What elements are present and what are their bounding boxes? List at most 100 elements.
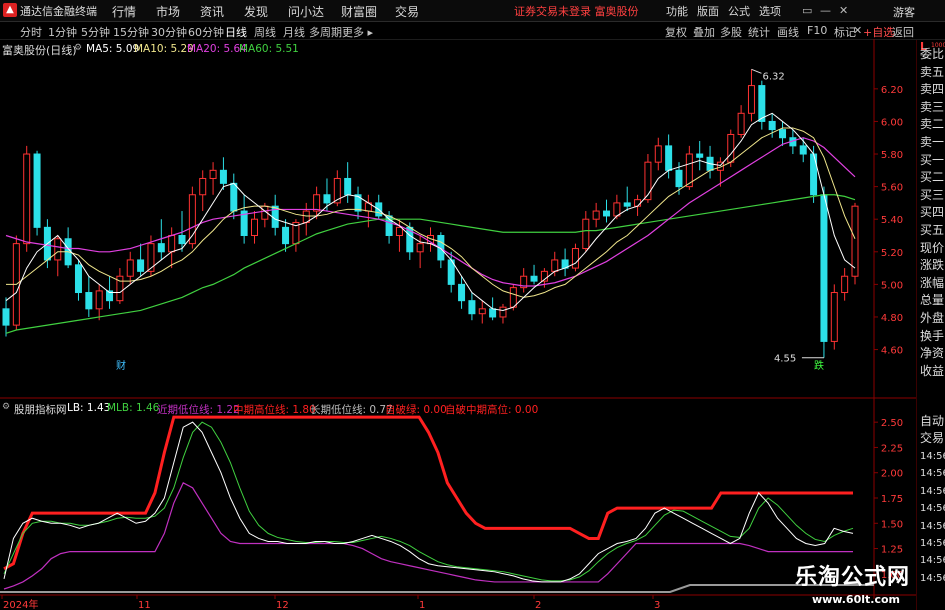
trade-notice[interactable]: 证券交易未登录 富奥股份: [514, 3, 639, 19]
x-tick-label: 11: [138, 600, 151, 609]
candle-body: [489, 308, 497, 318]
quote-field-10: 买五: [920, 223, 945, 237]
candle-body: [613, 202, 621, 217]
candle-body: [313, 194, 321, 212]
ma60-label: MA60: 5.51: [239, 43, 299, 55]
watermark: 乐淘公式网: [794, 565, 910, 590]
candle-body: [779, 129, 787, 139]
menu-item-0[interactable]: 行情: [112, 3, 136, 20]
quote-field-7: 买二: [920, 170, 945, 185]
quote-field-16: 换手: [920, 328, 945, 343]
ma10-label: MA10: 5.29: [134, 43, 194, 55]
candle-body: [230, 182, 238, 212]
toolbar-button-8[interactable]: 返回: [892, 24, 914, 40]
candle-body: [810, 153, 818, 196]
candle-body: [830, 292, 838, 342]
candle-body: [634, 199, 642, 207]
settings-gear-icon[interactable]: ⚙: [74, 43, 82, 53]
close-window-button[interactable]: ✕: [839, 4, 848, 17]
timeframe-tab-1[interactable]: 1分钟: [48, 24, 77, 40]
sub-settings-gear-icon[interactable]: ⚙: [2, 402, 10, 412]
sub-tick-label: 1.50: [881, 519, 903, 530]
toolbar-button-0[interactable]: 复权: [665, 24, 687, 40]
auto-break-label: 自破绿: 0.00: [385, 404, 447, 416]
menu-item-1[interactable]: 市场: [156, 3, 180, 20]
candle-body: [623, 202, 631, 207]
menu-item-3[interactable]: 发现: [244, 3, 268, 20]
quote-field-2: 卖四: [920, 82, 945, 97]
close-chart-icon[interactable]: ✕: [853, 24, 862, 37]
candle-body: [758, 85, 766, 122]
price-tick-label: 5.20: [881, 248, 903, 259]
kline-chart[interactable]: 6.20 6.00 5.80 5.60 5.40 5.20 5.00 4.80 4.60 6.32…: [0, 39, 916, 609]
right-menu-item-1[interactable]: 版面: [697, 3, 719, 19]
restore-button[interactable]: ▭: [802, 4, 812, 17]
candle-body: [74, 264, 82, 294]
toolbar-button-7[interactable]: +自选: [863, 24, 894, 40]
app-logo-icon: ▲: [3, 3, 17, 17]
timeframe-tab-6[interactable]: 日线: [225, 24, 247, 40]
toolbar-button-2[interactable]: 多股: [720, 24, 742, 40]
price-tick-label: 4.80: [881, 313, 903, 324]
toolbar-button-3[interactable]: 统计: [748, 24, 770, 40]
x-tick-label: 1: [419, 600, 425, 609]
timeframe-tab-5[interactable]: 60分钟: [188, 24, 224, 40]
tick-time-6: 14:56: [920, 555, 945, 567]
quote-field-18: 收益: [920, 363, 945, 378]
mlb-label: MLB: 1.46: [107, 402, 160, 414]
high-label: 6.32: [762, 71, 784, 82]
candle-body: [509, 287, 517, 308]
app-title: 通达信金融终端: [20, 5, 97, 18]
lb-line: [3, 421, 854, 583]
candle-body: [2, 308, 10, 326]
right-menu-item-3[interactable]: 选项: [759, 3, 781, 19]
timeframe-tab-0[interactable]: 分时: [20, 24, 42, 40]
sub-tick-label: 2.50: [881, 418, 903, 429]
near-low-line: [3, 482, 853, 590]
candle-body: [344, 177, 352, 196]
toolbar-button-5[interactable]: F10: [807, 24, 827, 37]
candle-body: [530, 275, 538, 282]
quote-side-panel: L 1000 委比 卖五 卖四 卖三 卖二 卖一 买一 买二 买三 买四 买五 现价 涨跌 涨幅 总量 外盘换…: [916, 40, 945, 610]
candle-body: [799, 145, 807, 155]
candle-body: [851, 205, 859, 277]
timeframe-tab-3[interactable]: 15分钟: [113, 24, 149, 40]
sub-tick-label: 1.75: [881, 494, 903, 505]
quote-field-3: 卖三: [920, 99, 945, 114]
quote-field-4: 卖二: [920, 117, 945, 132]
cai-marker: 财: [116, 359, 126, 372]
candle-body: [696, 153, 704, 158]
tick-time-3: 14:56: [920, 503, 945, 515]
watermark-url: www.60lt.com: [811, 593, 900, 606]
auto-trade-item-1[interactable]: 交易: [920, 430, 944, 446]
timeframe-tab-2[interactable]: 5分钟: [81, 24, 110, 40]
right-menu-item-0[interactable]: 功能: [666, 3, 688, 19]
timeframe-tab-4[interactable]: 30分钟: [151, 24, 187, 40]
right-menu-item-2[interactable]: 公式: [728, 3, 750, 19]
toolbar-button-1[interactable]: 叠加: [693, 24, 715, 40]
auto-trade-item-0[interactable]: 自动: [920, 413, 944, 429]
menu-item-4[interactable]: 问小达: [288, 3, 324, 20]
menu-item-6[interactable]: 交易: [395, 3, 419, 20]
toolbar-button-4[interactable]: 画线: [777, 24, 799, 40]
minimize-button[interactable]: —: [820, 4, 831, 17]
menu-item-2[interactable]: 资讯: [200, 3, 224, 20]
mid-high-label: 中期高位线: 1.80: [233, 404, 316, 416]
timeframe-tab-9[interactable]: 多周期: [309, 24, 342, 40]
menu-item-5[interactable]: 财富圈: [341, 3, 377, 20]
candle-body: [137, 259, 145, 272]
tick-time-7: 14:56: [920, 572, 945, 584]
quote-field-12: 涨跌: [920, 258, 945, 273]
candle-body: [95, 290, 103, 310]
x-tick-label: 2024年: [3, 598, 38, 609]
candle-body: [282, 226, 290, 245]
timeframe-tab-7[interactable]: 周线: [254, 24, 276, 40]
timeframe-tab-8[interactable]: 月线: [283, 24, 305, 40]
timeframe-tab-10[interactable]: 更多 ▸: [342, 24, 373, 40]
price-tick-label: 6.20: [881, 85, 903, 96]
guest-label[interactable]: 游客: [893, 4, 915, 20]
quote-field-8: 买三: [920, 187, 945, 202]
period-toolbar: 分时 1分钟 5分钟 15分钟 30分钟 60分钟 日线 周线 月线 多周期 更多 ▸ 复权 叠加 多股…: [0, 22, 945, 40]
x-tick-label: 2: [535, 600, 541, 609]
price-tick-label: 6.00: [881, 117, 903, 128]
